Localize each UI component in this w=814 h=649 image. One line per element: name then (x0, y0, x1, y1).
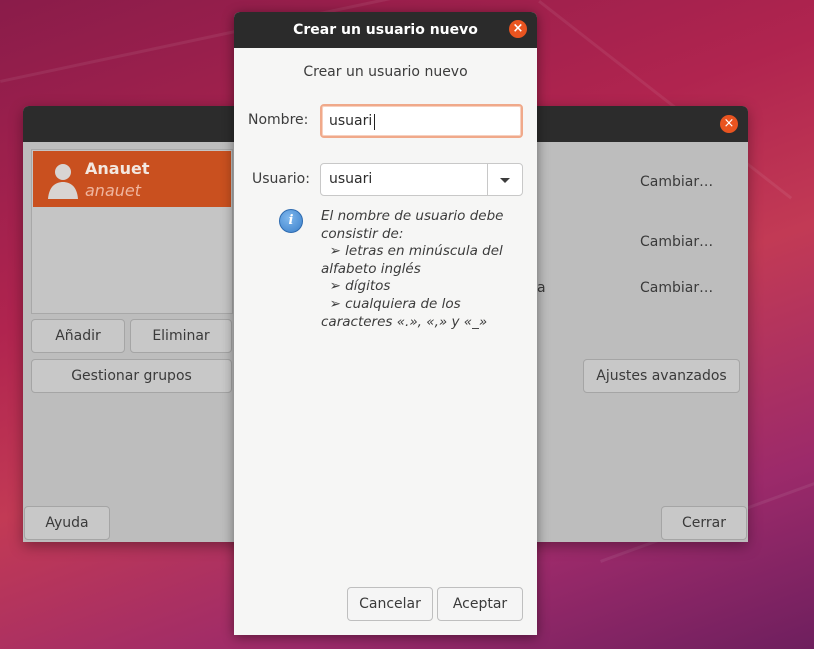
username-value: usuari (329, 171, 373, 187)
info-icon: i (279, 209, 303, 233)
list-item[interactable]: Anauet anauet (33, 151, 231, 207)
add-user-button[interactable]: Añadir (31, 319, 125, 353)
hint-line: ➢ dígitos (321, 278, 391, 294)
partial-label: a (537, 280, 546, 296)
close-button[interactable]: Cerrar (661, 506, 747, 540)
hint-line: alfabeto inglés (321, 261, 421, 277)
hint-line: ➢ cualquiera de los (321, 296, 461, 312)
hint-line: consistir de: (321, 226, 404, 242)
close-icon[interactable]: × (509, 20, 527, 38)
hint-line: caracteres «.», «,» y «_» (321, 314, 488, 330)
avatar (48, 164, 78, 199)
dialog-title: Crear un usuario nuevo (293, 22, 478, 38)
create-user-dialog: Crear un usuario nuevo × Crear un usuari… (234, 12, 537, 635)
change-link[interactable]: Cambiar… (640, 280, 713, 296)
dialog-titlebar: Crear un usuario nuevo × (234, 12, 537, 48)
user-full-name: Anauet (85, 159, 150, 178)
remove-user-button[interactable]: Eliminar (130, 319, 232, 353)
manage-groups-button[interactable]: Gestionar grupos (31, 359, 232, 393)
user-list[interactable]: Anauet anauet (31, 149, 233, 314)
close-icon[interactable]: × (720, 115, 738, 133)
name-value: usuari (329, 113, 373, 129)
user-login-name: anauet (85, 181, 142, 200)
accept-button[interactable]: Aceptar (437, 587, 523, 621)
advanced-settings-button[interactable]: Ajustes avanzados (583, 359, 740, 393)
hint-line: ➢ letras en minúscula del (321, 243, 503, 259)
name-field[interactable]: usuari (320, 104, 523, 138)
name-label: Nombre: (248, 112, 309, 128)
dialog-header: Crear un usuario nuevo (303, 64, 468, 80)
hint-line: El nombre de usuario debe (321, 208, 504, 224)
change-link[interactable]: Cambiar… (640, 174, 713, 190)
text-cursor (374, 114, 375, 130)
username-label: Usuario: (252, 171, 310, 187)
cancel-button[interactable]: Cancelar (347, 587, 433, 621)
chevron-down-icon[interactable] (487, 164, 522, 195)
help-button[interactable]: Ayuda (24, 506, 110, 540)
username-combo[interactable]: usuari (320, 163, 523, 196)
change-link[interactable]: Cambiar… (640, 234, 713, 250)
